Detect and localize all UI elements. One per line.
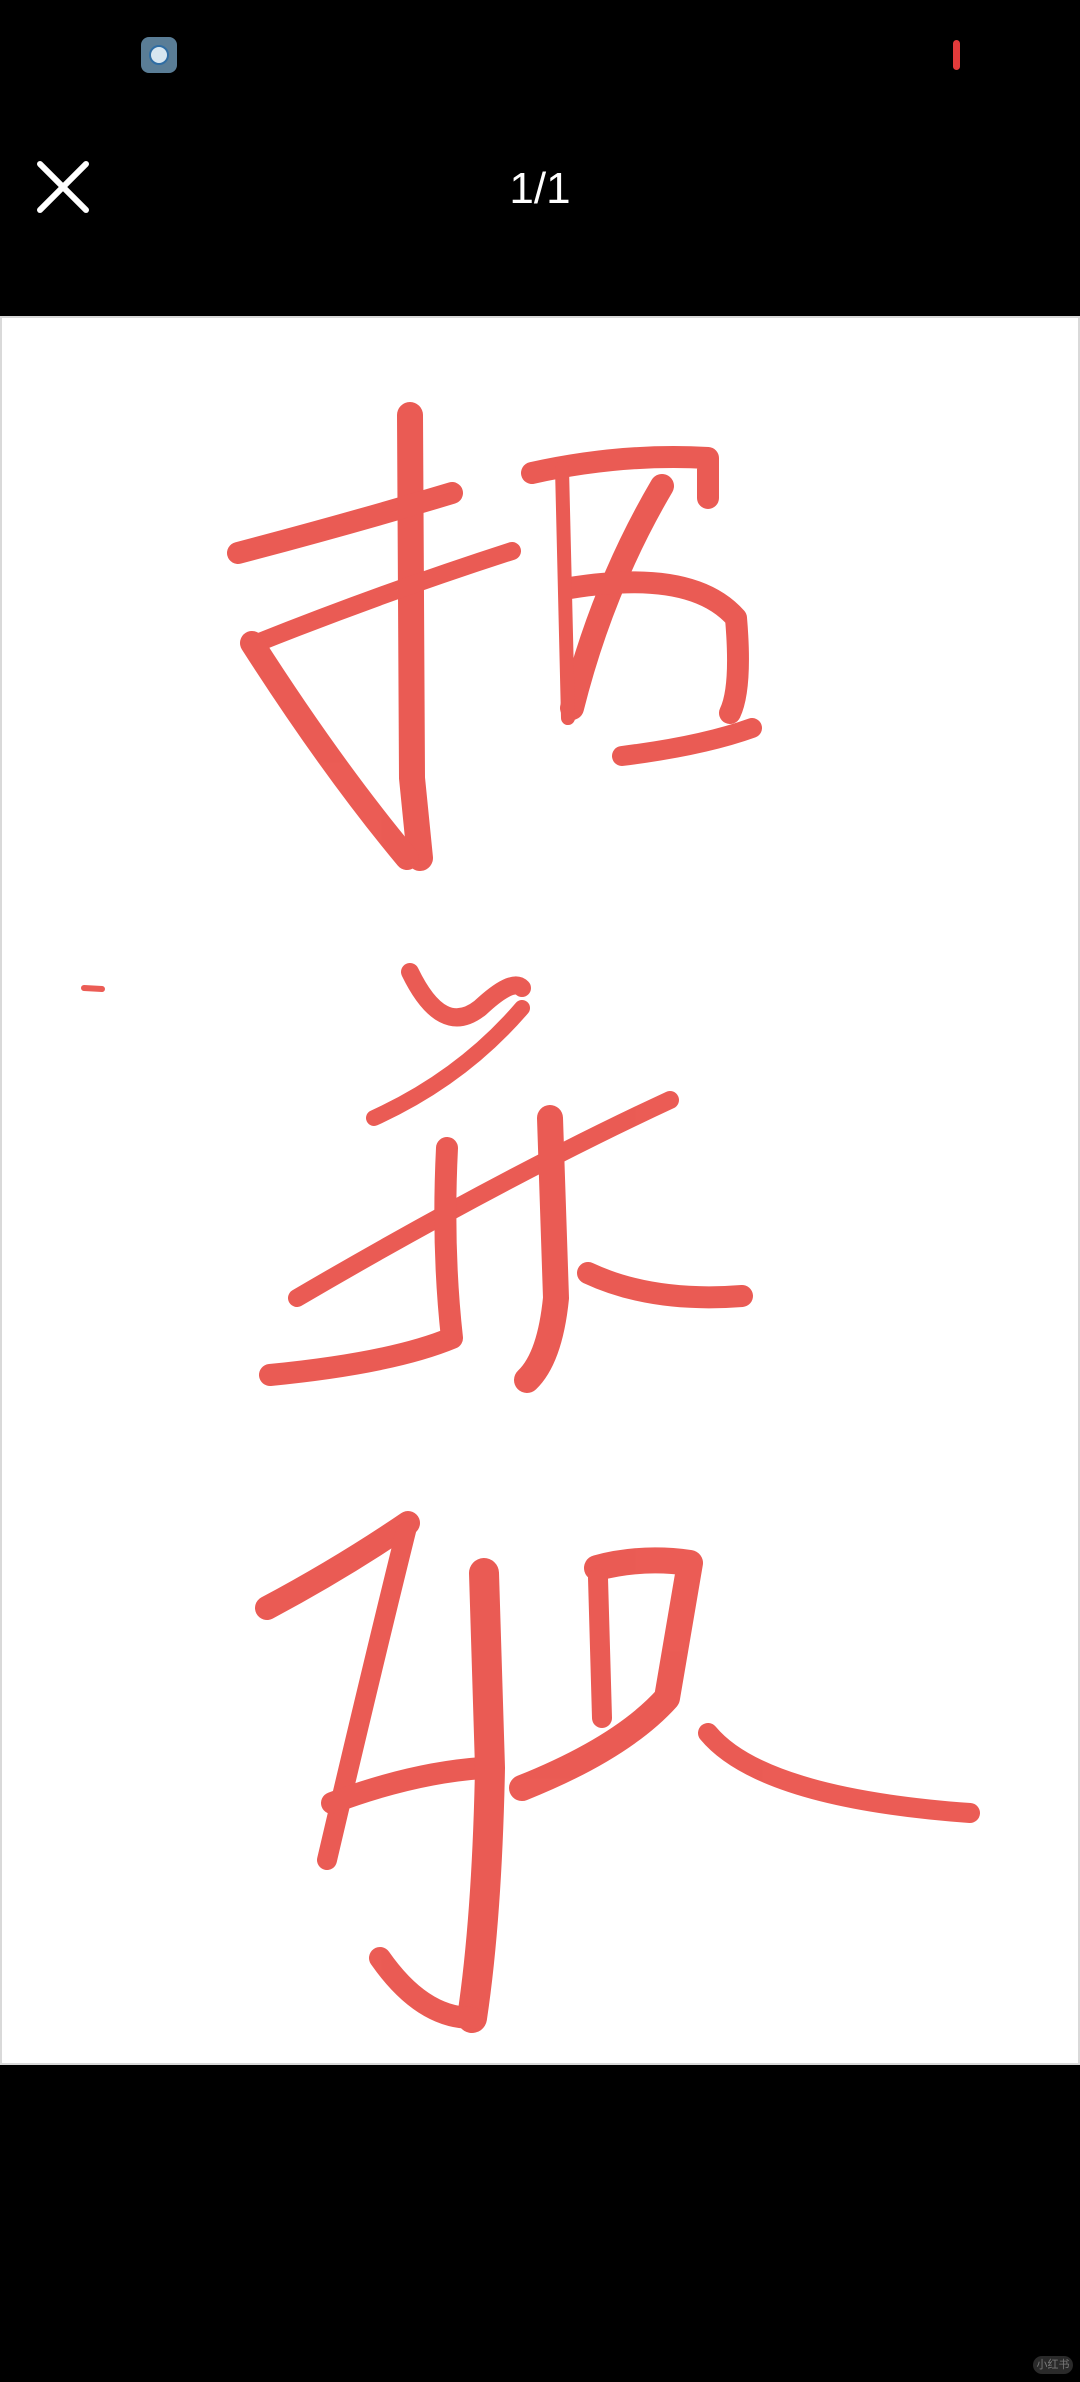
watermark-badge: 小红书: [1033, 2356, 1073, 2374]
viewed-image[interactable]: [0, 316, 1080, 2065]
app-notification-icon: [141, 37, 177, 73]
close-button[interactable]: [28, 152, 98, 222]
battery-low-icon: [953, 40, 960, 70]
image-viewer-screen: 1/1 小红书: [0, 0, 1080, 2382]
viewer-top-bar: 1/1: [0, 110, 1080, 316]
watermark-label: 小红书: [1036, 2358, 1070, 2371]
close-icon: [37, 161, 89, 213]
page-counter: 1/1: [509, 164, 571, 213]
status-bar: [0, 0, 1080, 110]
handwritten-red-brush-strokes: [81, 402, 980, 2033]
